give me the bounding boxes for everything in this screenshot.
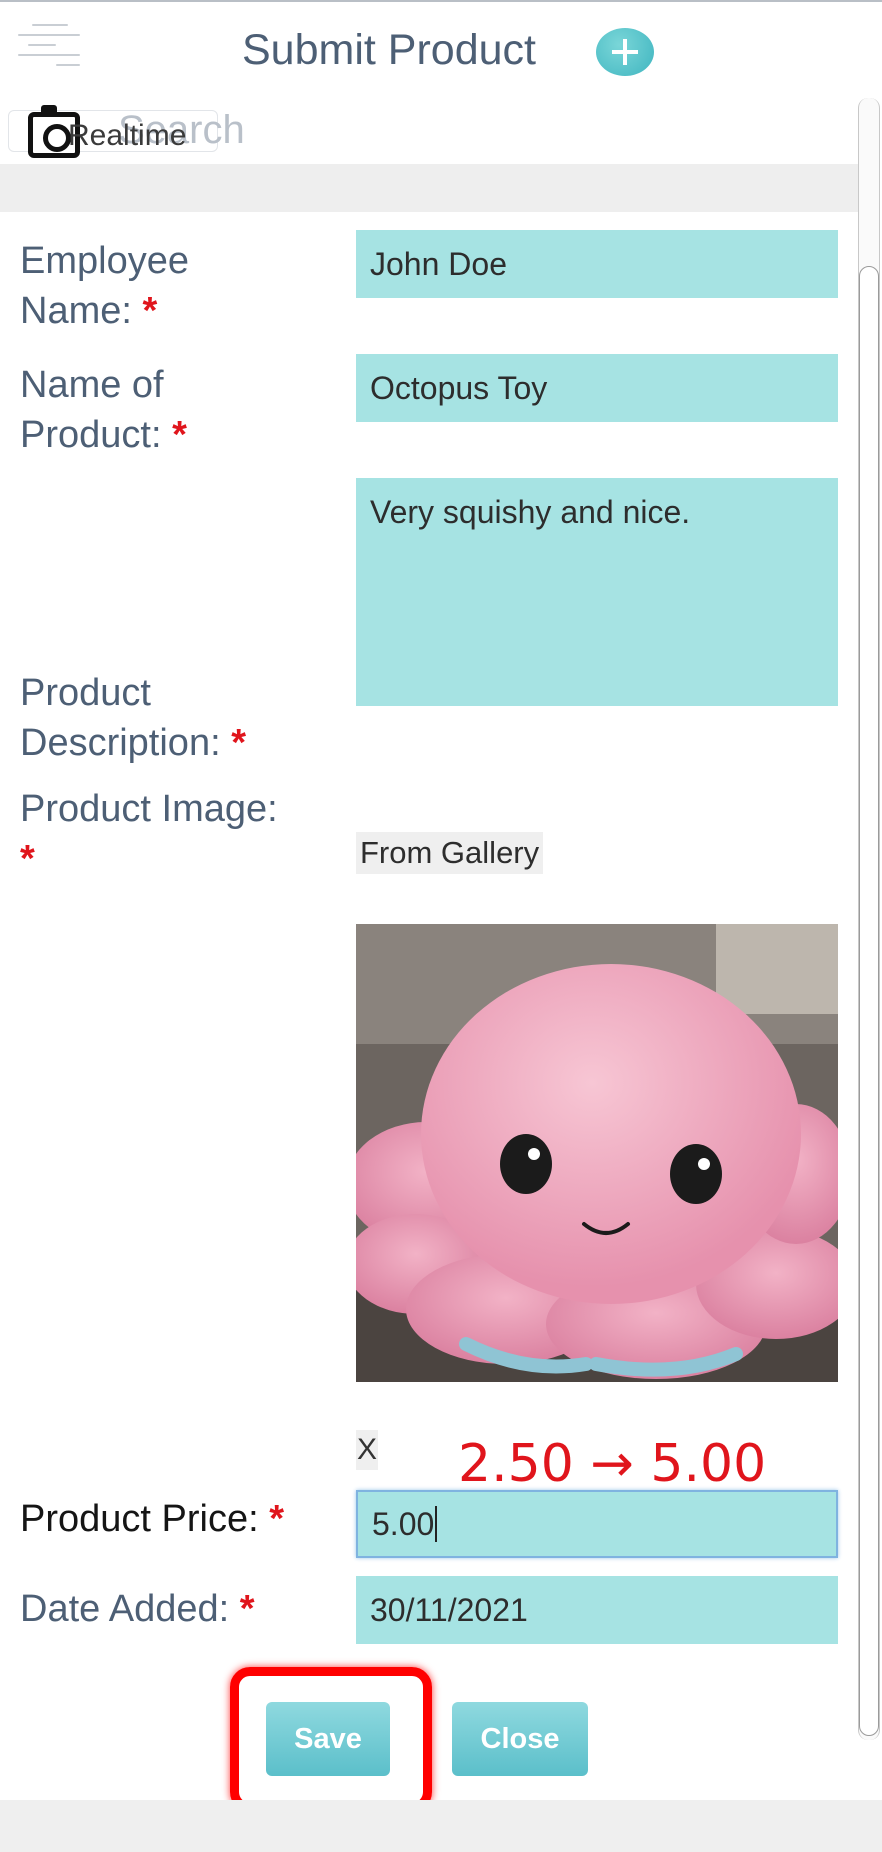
menu-lines-icon[interactable] <box>18 20 80 66</box>
product-image-label-text: Product Image: <box>20 788 278 830</box>
price-change-annotation: 2.50 → 5.00 <box>458 1434 767 1494</box>
employee-name-value: John Doe <box>370 245 507 282</box>
required-marker: * <box>20 838 35 880</box>
product-price-label: Product Price: * <box>20 1494 284 1544</box>
required-marker: * <box>142 290 158 332</box>
bottom-bar <box>0 1800 882 1852</box>
product-price-value: 5.00 <box>372 1505 435 1542</box>
required-marker: * <box>269 1498 285 1540</box>
employee-name-field[interactable]: John Doe <box>356 230 838 298</box>
product-image-label: Product Image: * <box>20 784 278 884</box>
product-description-value: Very squishy and nice. <box>370 494 691 530</box>
employee-name-label-line1: Employee <box>20 240 189 282</box>
realtime-label[interactable]: Realtime <box>68 116 186 156</box>
required-marker: * <box>231 722 246 764</box>
date-added-label: Date Added: * <box>20 1584 255 1634</box>
page-title: Submit Product <box>242 26 536 74</box>
product-price-field[interactable]: 5.00 <box>356 1490 838 1558</box>
employee-name-label-line2: Name: <box>20 290 132 332</box>
product-description-field[interactable]: Very squishy and nice. <box>356 478 838 706</box>
product-name-label: Name of Product: * <box>20 360 187 460</box>
product-name-label-line2: Product: <box>20 414 162 456</box>
header-divider <box>0 164 860 212</box>
save-highlight-box <box>230 1667 432 1812</box>
product-description-label-line1: Product <box>20 672 151 714</box>
product-name-label-line1: Name of <box>20 364 164 406</box>
from-gallery-button[interactable]: From Gallery <box>356 832 544 874</box>
top-border <box>0 0 882 2</box>
scrollbar-thumb[interactable] <box>859 266 879 1736</box>
date-added-value: 30/11/2021 <box>370 1591 528 1628</box>
product-description-label-line2: Description: <box>20 722 221 764</box>
product-name-field[interactable]: Octopus Toy <box>356 354 838 422</box>
date-added-field[interactable]: 30/11/2021 <box>356 1576 838 1644</box>
product-name-value: Octopus Toy <box>370 369 548 406</box>
employee-name-label: Employee Name: * <box>20 236 189 336</box>
required-marker: * <box>239 1588 255 1630</box>
octopus-toy-image <box>356 924 838 1382</box>
text-caret <box>435 1506 438 1542</box>
date-added-label-text: Date Added: <box>20 1588 230 1630</box>
product-price-label-text: Product Price: <box>20 1498 259 1540</box>
product-photo <box>356 924 838 1382</box>
remove-image-button[interactable]: X <box>356 1430 378 1470</box>
close-button[interactable]: Close <box>452 1702 588 1776</box>
product-description-label: Product Description: * <box>20 668 246 768</box>
required-marker: * <box>172 414 187 456</box>
plus-circle-icon[interactable] <box>596 28 654 76</box>
